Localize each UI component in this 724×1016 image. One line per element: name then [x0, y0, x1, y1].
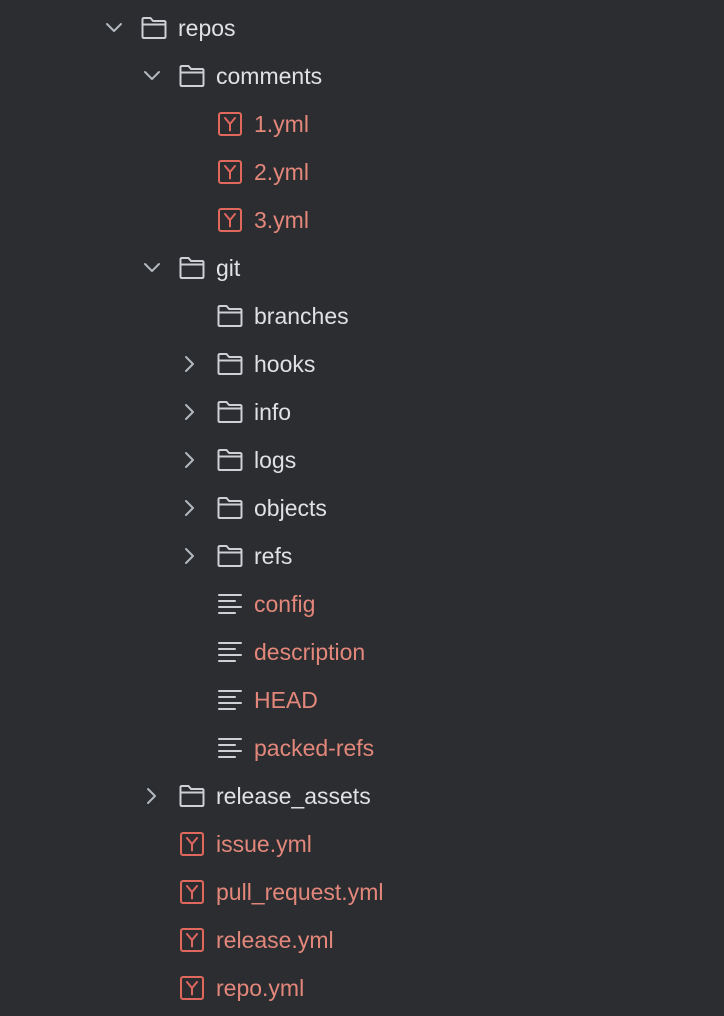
tree-item-label: branches — [254, 303, 349, 329]
tree-item-2-yml[interactable]: 2.yml — [0, 148, 724, 196]
tree-item-refs[interactable]: refs — [0, 532, 724, 580]
tree-item-git[interactable]: git — [0, 244, 724, 292]
tree-item-label: pull_request.yml — [216, 879, 384, 905]
tree-item-label: info — [254, 399, 292, 425]
tree-item-pull-request-yml[interactable]: pull_request.yml — [0, 868, 724, 916]
tree-item-objects[interactable]: objects — [0, 484, 724, 532]
tree-item-logs[interactable]: logs — [0, 436, 724, 484]
tree-item-issue-yml[interactable]: issue.yml — [0, 820, 724, 868]
tree-item-release-assets[interactable]: release_assets — [0, 772, 724, 820]
chevron-right-icon[interactable] — [140, 784, 164, 808]
folder-icon — [216, 495, 244, 521]
tree-item-label: objects — [254, 495, 327, 521]
tree-item-label: config — [254, 591, 316, 617]
tree-item-release-yml[interactable]: release.yml — [0, 916, 724, 964]
tree-item-label: repo.yml — [216, 975, 305, 1001]
folder-icon — [216, 447, 244, 473]
tree-item-label: comments — [216, 63, 323, 89]
yaml-file-icon — [178, 927, 206, 953]
text-file-icon — [216, 735, 244, 761]
chevron-right-icon[interactable] — [178, 544, 202, 568]
chevron-right-icon[interactable] — [178, 352, 202, 376]
folder-icon — [216, 351, 244, 377]
yaml-file-icon — [216, 159, 244, 185]
yaml-file-icon — [178, 831, 206, 857]
tree-item-1-yml[interactable]: 1.yml — [0, 100, 724, 148]
tree-item-branches[interactable]: branches — [0, 292, 724, 340]
chevron-right-icon[interactable] — [178, 400, 202, 424]
tree-item-label: logs — [254, 447, 297, 473]
tree-item-label: git — [216, 255, 241, 281]
folder-icon — [216, 543, 244, 569]
tree-item-label: release.yml — [216, 927, 334, 953]
tree-item-label: release_assets — [216, 783, 371, 809]
chevron-down-icon[interactable] — [140, 64, 164, 88]
folder-icon — [140, 15, 168, 41]
tree-item-label: refs — [254, 543, 293, 569]
project-file-tree: repos comments 1.yml 2.yml 3.yml git branches h… — [0, 0, 724, 1016]
tree-item-packed-refs[interactable]: packed-refs — [0, 724, 724, 772]
text-file-icon — [216, 687, 244, 713]
tree-item-label: hooks — [254, 351, 316, 377]
tree-item-label: description — [254, 639, 366, 665]
tree-item-label: packed-refs — [254, 735, 375, 761]
text-file-icon — [216, 591, 244, 617]
tree-item-3-yml[interactable]: 3.yml — [0, 196, 724, 244]
tree-item-label: 1.yml — [254, 111, 309, 137]
chevron-down-icon[interactable] — [102, 16, 126, 40]
tree-item-comments[interactable]: comments — [0, 52, 724, 100]
chevron-right-icon[interactable] — [178, 448, 202, 472]
tree-item-config[interactable]: config — [0, 580, 724, 628]
tree-item-label: 2.yml — [254, 159, 309, 185]
yaml-file-icon — [216, 207, 244, 233]
tree-item-repo-yml[interactable]: repo.yml — [0, 964, 724, 1012]
tree-item-head[interactable]: HEAD — [0, 676, 724, 724]
tree-item-label: issue.yml — [216, 831, 312, 857]
folder-icon — [178, 255, 206, 281]
tree-item-label: HEAD — [254, 687, 318, 713]
yaml-file-icon — [178, 975, 206, 1001]
tree-item-label: repos — [178, 15, 236, 41]
tree-item-hooks[interactable]: hooks — [0, 340, 724, 388]
tree-item-info[interactable]: info — [0, 388, 724, 436]
yaml-file-icon — [216, 111, 244, 137]
folder-icon — [178, 63, 206, 89]
tree-item-repos[interactable]: repos — [0, 4, 724, 52]
tree-item-description[interactable]: description — [0, 628, 724, 676]
chevron-down-icon[interactable] — [140, 256, 164, 280]
text-file-icon — [216, 639, 244, 665]
yaml-file-icon — [178, 879, 206, 905]
folder-icon — [216, 303, 244, 329]
folder-icon — [178, 783, 206, 809]
chevron-right-icon[interactable] — [178, 496, 202, 520]
folder-icon — [216, 399, 244, 425]
tree-item-label: 3.yml — [254, 207, 309, 233]
